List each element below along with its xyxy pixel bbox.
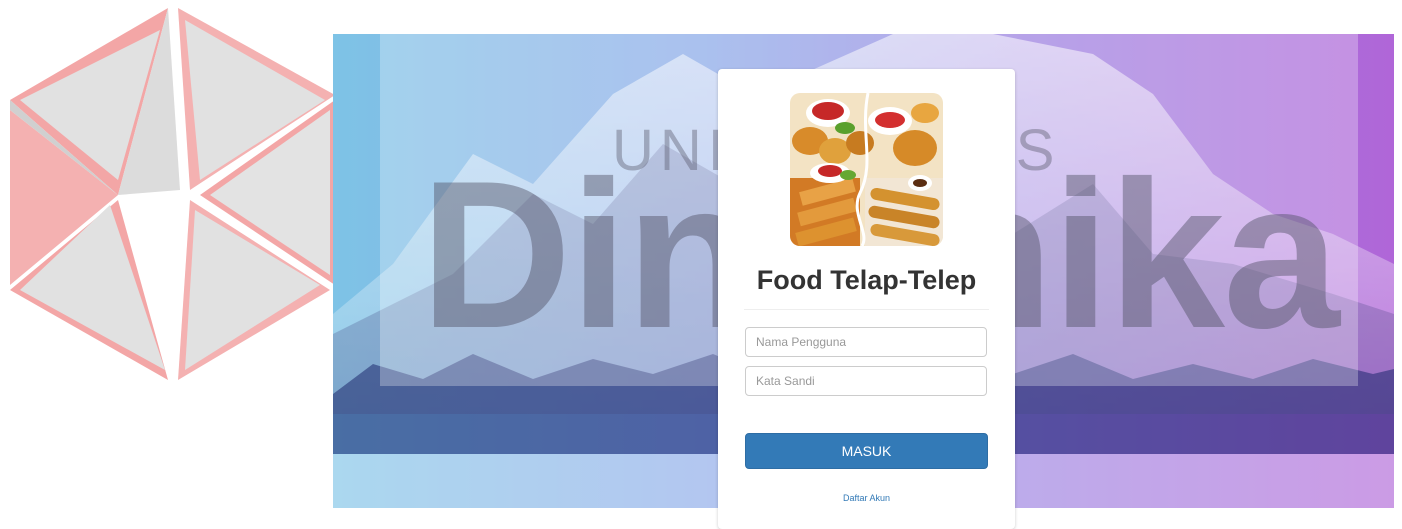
register-link[interactable]: Daftar Akun [718, 493, 1015, 503]
login-button[interactable]: MASUK [745, 433, 988, 469]
title-divider [744, 309, 989, 310]
food-photo [790, 93, 943, 246]
login-card: Food Telap-Telep MASUK Daftar Akun [718, 69, 1015, 529]
university-star-logo [10, 8, 380, 380]
password-input[interactable] [745, 366, 987, 396]
username-input[interactable] [745, 327, 987, 357]
app-title: Food Telap-Telep [756, 265, 977, 295]
